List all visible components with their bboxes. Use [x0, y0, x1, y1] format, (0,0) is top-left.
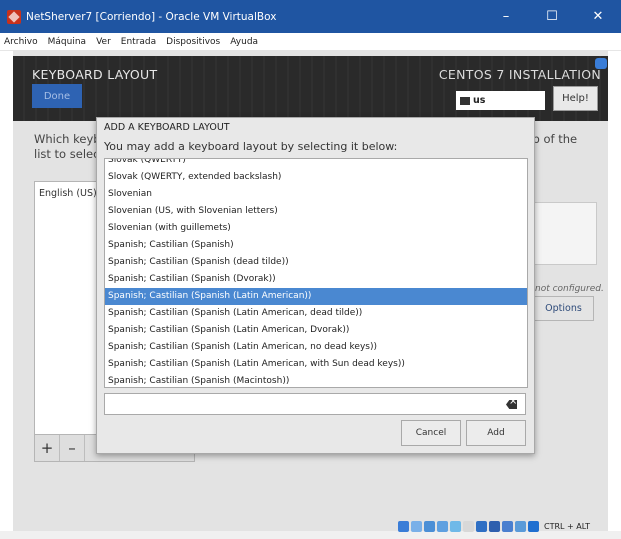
- dialog-title: ADD A KEYBOARD LAYOUT: [104, 122, 230, 133]
- layout-row[interactable]: Slovenian (with guillemets): [105, 220, 527, 237]
- layout-row[interactable]: Spanish; Castilian (Spanish (Latin Ameri…: [105, 356, 527, 373]
- switch-status-text: not configured.: [535, 284, 604, 294]
- layout-row[interactable]: Slovak (QWERTY, extended backslash): [105, 169, 527, 186]
- keyboard-indicator[interactable]: us: [456, 91, 545, 110]
- close-button[interactable]: ✕: [575, 0, 621, 33]
- menu-ayuda[interactable]: Ayuda: [226, 37, 264, 47]
- window-title: NetSherver7 [Corriendo] - Oracle VM Virt…: [26, 10, 277, 23]
- keyboard-icon: [460, 96, 470, 105]
- layout-row[interactable]: Spanish; Castilian (Spanish (Latin Ameri…: [105, 305, 527, 322]
- vbox-tray: CTRL + ALT: [398, 519, 590, 533]
- display-icon[interactable]: [476, 520, 487, 532]
- layout-row[interactable]: Slovak (QWERTY): [105, 159, 527, 169]
- add-layout-button[interactable]: +: [35, 435, 60, 461]
- options-button[interactable]: Options: [533, 296, 594, 321]
- notification-bubble-icon: [595, 58, 607, 69]
- window-controls: – ☐ ✕: [483, 0, 621, 33]
- menu-archivo[interactable]: Archivo: [0, 37, 44, 47]
- product-title: CENTOS 7 INSTALLATION: [438, 67, 601, 82]
- clear-search-icon[interactable]: [506, 400, 517, 409]
- audio-icon[interactable]: [424, 520, 435, 532]
- window-titlebar: NetSherver7 [Corriendo] - Oracle VM Virt…: [0, 0, 621, 33]
- hard-disk-icon[interactable]: [398, 520, 409, 532]
- mouse-integration-icon[interactable]: [515, 520, 526, 532]
- background-text-line1: Which keyb: [34, 132, 101, 146]
- menu-ver[interactable]: Ver: [92, 37, 117, 47]
- menu-bar: Archivo Máquina Ver Entrada Dispositivos…: [0, 33, 621, 51]
- maximize-button[interactable]: ☐: [529, 0, 575, 33]
- cancel-button[interactable]: Cancel: [401, 420, 461, 446]
- background-text-line2: list to select: [34, 147, 104, 161]
- layout-row[interactable]: Spanish; Castilian (Spanish (Macintosh)): [105, 373, 527, 387]
- layout-row[interactable]: Slovenian: [105, 186, 527, 203]
- layout-row-selected[interactable]: Spanish; Castilian (Spanish (Latin Ameri…: [105, 288, 527, 305]
- dialog-subtitle: You may add a keyboard layout by selecti…: [104, 140, 398, 153]
- layout-search-input[interactable]: [104, 393, 526, 415]
- screen-title: KEYBOARD LAYOUT: [32, 67, 158, 82]
- usb-icon[interactable]: [450, 520, 461, 532]
- layout-selection-list[interactable]: Slovak (QWERTY) Slovak (QWERTY, extended…: [104, 158, 528, 388]
- shared-folders-icon[interactable]: [463, 520, 474, 532]
- add-button[interactable]: Add: [466, 420, 526, 446]
- layout-row[interactable]: Spanish; Castilian (Spanish): [105, 237, 527, 254]
- optical-drive-icon[interactable]: [411, 520, 422, 532]
- add-layout-dialog: ADD A KEYBOARD LAYOUT You may add a keyb…: [96, 117, 535, 454]
- remove-layout-button[interactable]: –: [60, 435, 85, 461]
- menu-maquina[interactable]: Máquina: [44, 37, 92, 47]
- host-key-label: CTRL + ALT: [544, 521, 590, 531]
- layout-row[interactable]: Spanish; Castilian (Spanish (Latin Ameri…: [105, 322, 527, 339]
- menu-dispositivos[interactable]: Dispositivos: [162, 37, 226, 47]
- layout-row[interactable]: Spanish; Castilian (Spanish (Dvorak)): [105, 271, 527, 288]
- layout-row[interactable]: Slovenian (US, with Slovenian letters): [105, 203, 527, 220]
- keyboard-indicator-label: us: [473, 95, 486, 106]
- layout-row[interactable]: Spanish; Castilian (Spanish (dead tilde)…: [105, 254, 527, 271]
- help-button[interactable]: Help!: [553, 86, 598, 111]
- keyboard-capture-icon[interactable]: [528, 520, 539, 532]
- network-icon[interactable]: [437, 520, 448, 532]
- cpu-icon[interactable]: [502, 520, 513, 532]
- menu-entrada[interactable]: Entrada: [117, 37, 162, 47]
- virtualbox-logo-icon: [7, 9, 21, 24]
- layout-row[interactable]: Spanish; Castilian (Spanish (Latin Ameri…: [105, 339, 527, 356]
- recording-icon[interactable]: [489, 520, 500, 532]
- background-instructions: Which keyb list to select: [34, 132, 104, 162]
- installer-header: KEYBOARD LAYOUT Done CENTOS 7 INSTALLATI…: [13, 56, 608, 121]
- done-button[interactable]: Done: [32, 84, 82, 108]
- minimize-button[interactable]: –: [483, 0, 529, 33]
- vm-screen[interactable]: KEYBOARD LAYOUT Done CENTOS 7 INSTALLATI…: [13, 50, 608, 531]
